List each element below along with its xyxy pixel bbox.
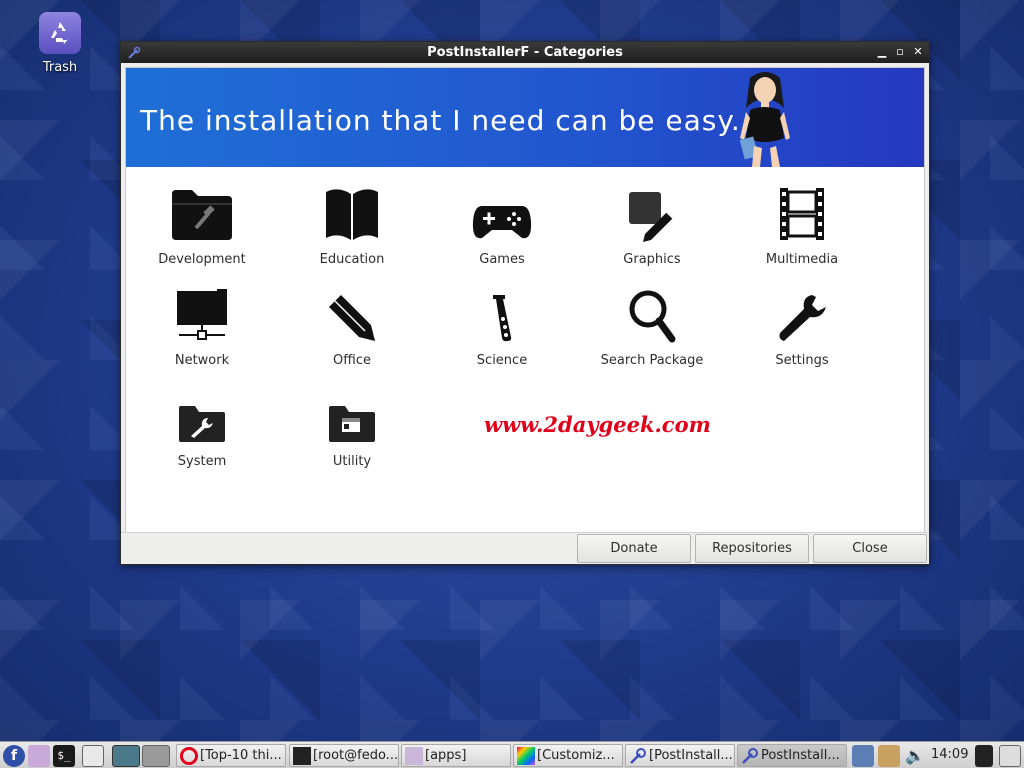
terminal-icon [293,746,311,765]
task-customize[interactable]: [Customiz... [513,744,623,767]
category-label: Graphics [623,252,681,267]
window-titlebar[interactable]: PostInstallerF - Categories ▁ ▫ ✕ [121,42,929,63]
network-tray-icon[interactable] [852,745,874,767]
category-label: Development [158,252,246,267]
task-terminal[interactable]: [root@fedo... [289,744,399,767]
wrench-icon [737,281,867,343]
donate-button[interactable]: Donate [577,534,691,563]
trash-desktop-icon[interactable]: Trash [28,10,92,75]
show-desktop-icon[interactable] [82,745,104,767]
color-picker-icon [517,746,535,765]
window-content: The installation that I need can be easy… [125,67,925,533]
workspace-1-icon[interactable] [112,745,140,767]
close-button[interactable]: Close [813,534,927,563]
category-science[interactable]: Science [437,281,567,368]
task-label: [root@fedo... [313,748,399,763]
category-label: Network [174,353,230,368]
minimize-icon[interactable]: ▁ [875,44,889,60]
task-postinstaller-1[interactable]: [PostInstall... [625,744,735,767]
folder-window-icon [287,382,417,444]
task-label: [PostInstall... [649,748,733,763]
window-menu-icon[interactable] [127,45,141,64]
category-label: Multimedia [765,252,839,267]
fedora-menu-icon[interactable]: f [3,745,25,767]
lock-icon[interactable] [975,745,993,767]
opera-icon [180,746,198,765]
logout-icon[interactable] [999,745,1021,767]
header-banner: The installation that I need can be easy… [126,68,924,167]
clipboard-tray-icon[interactable] [878,745,900,767]
banner-headline: The installation that I need can be easy… [140,104,761,137]
task-label: [Customiz... [537,748,615,763]
button-bar: Donate Repositories Close [121,532,929,564]
file-manager-icon[interactable] [28,745,50,767]
folder-hammer-icon [137,180,267,242]
postinstaller-icon [741,747,759,765]
category-system[interactable]: System [137,382,267,469]
category-games[interactable]: Games [437,180,567,267]
network-icon [137,281,267,343]
category-label: Office [333,353,371,368]
postinstaller-icon [629,747,647,765]
category-office[interactable]: Office [287,281,417,368]
postinstaller-window: PostInstallerF - Categories ▁ ▫ ✕ The in… [120,41,930,565]
taskbar: f $_ [Top-10 thi... [root@fedo... [apps]… [0,741,1024,768]
category-network[interactable]: Network [137,281,267,368]
category-education[interactable]: Education [287,180,417,267]
folder-wrench-icon [137,382,267,444]
task-label: PostInstall... [761,748,840,763]
gamepad-icon [437,180,567,242]
category-label: Settings [775,353,829,368]
category-label: Education [319,252,385,267]
graphics-pencil-icon [587,180,717,242]
recycle-icon [39,12,81,54]
category-label: Science [476,353,528,368]
task-opera[interactable]: [Top-10 thi... [176,744,286,767]
clock[interactable]: 14:09 [931,747,968,762]
window-title: PostInstallerF - Categories [427,45,623,60]
volume-icon[interactable]: 🔈 [904,745,926,767]
category-multimedia[interactable]: Multimedia [737,180,867,267]
maximize-icon[interactable]: ▫ [893,44,907,60]
category-development[interactable]: Development [137,180,267,267]
test-tube-icon [437,281,567,343]
task-postinstaller-2[interactable]: PostInstall... [737,744,847,767]
mascot-girl-icon [739,72,790,167]
category-graphics[interactable]: Graphics [587,180,717,267]
close-window-icon[interactable]: ✕ [911,44,925,60]
task-label: [apps] [425,748,467,763]
book-icon [287,180,417,242]
terminal-launcher-icon[interactable]: $_ [53,745,75,767]
watermark-text: www.2daygeek.com [484,412,711,437]
category-label: System [177,454,227,469]
category-label: Games [479,252,525,267]
workspace-2-icon[interactable] [142,745,170,767]
folder-icon [405,746,423,765]
category-utility[interactable]: Utility [287,382,417,469]
task-label: [Top-10 thi... [200,748,282,763]
repositories-button[interactable]: Repositories [695,534,809,563]
pencil-icon [287,281,417,343]
category-label: Search Package [600,353,704,368]
category-settings[interactable]: Settings [737,281,867,368]
film-strip-icon [737,180,867,242]
trash-label: Trash [42,60,78,75]
task-apps-folder[interactable]: [apps] [401,744,511,767]
magnifier-icon [587,281,717,343]
category-label: Utility [332,454,372,469]
category-search-package[interactable]: Search Package [587,281,717,368]
